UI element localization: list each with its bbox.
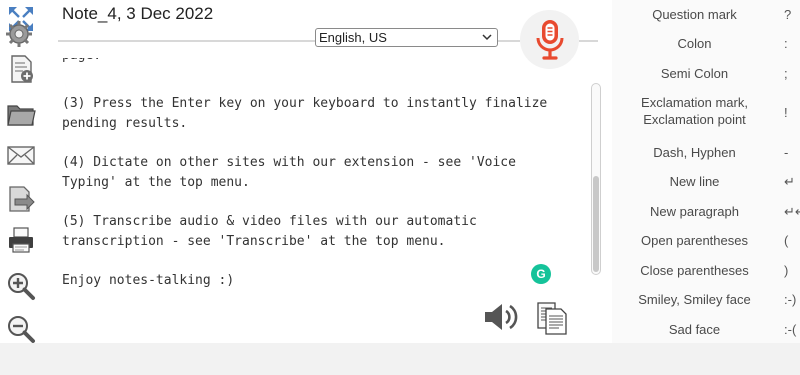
print-icon	[9, 227, 33, 253]
editor-scroll-thumb[interactable]	[593, 176, 599, 272]
speak-button[interactable]	[483, 300, 521, 334]
zoom-out-icon	[8, 316, 35, 343]
bottom-band	[0, 343, 800, 375]
editor-line: transcription - see 'Transcribe' at the …	[62, 234, 446, 249]
open-folder-button[interactable]	[4, 97, 38, 131]
settings-icon	[6, 21, 32, 47]
copy-button[interactable]	[536, 300, 568, 336]
punctuation-name: Question mark	[652, 7, 737, 22]
punctuation-symbol: ↵	[784, 174, 795, 189]
editor-line: (3) Press the Enter key on your keyboard…	[62, 96, 548, 111]
note-editor[interactable]: page. (3) Press the Enter key on your ke…	[58, 58, 588, 308]
microphone-icon	[536, 19, 563, 60]
open-folder-icon	[7, 105, 36, 126]
header-divider-left	[58, 40, 315, 42]
punctuation-symbol: !	[784, 105, 788, 120]
punctuation-name: New paragraph	[650, 204, 739, 219]
grammarly-button[interactable]: G	[531, 264, 551, 284]
editor-scrollbar[interactable]	[591, 83, 601, 275]
punctuation-name: Smiley, Smiley face	[638, 292, 751, 307]
export-button[interactable]	[4, 182, 38, 216]
punctuation-symbol: )	[784, 263, 789, 278]
chevron-down-icon	[482, 34, 492, 41]
punctuation-panel: Question mark ? Colon : Semi Colon ; Exc…	[612, 0, 800, 343]
settings-button[interactable]	[2, 10, 36, 47]
punctuation-name: Colon	[677, 36, 712, 51]
language-select-value: English, US	[319, 30, 387, 45]
editor-cut-line: page.	[62, 58, 101, 66]
left-toolbar	[0, 0, 44, 343]
editor-line: pending results.	[62, 116, 188, 131]
punctuation-name: Exclamation mark, Exclamation point	[641, 95, 748, 127]
editor-line: Typing' at the top menu.	[62, 175, 250, 190]
punctuation-name: Open parentheses	[641, 233, 748, 248]
copy-icon	[537, 302, 567, 335]
zoom-in-icon	[8, 273, 35, 300]
new-note-button[interactable]	[4, 52, 38, 86]
new-note-icon	[11, 55, 33, 83]
punctuation-symbol: (	[784, 233, 789, 248]
print-button[interactable]	[4, 223, 38, 257]
grammarly-icon: G	[536, 267, 546, 281]
punctuation-symbol: :	[784, 36, 788, 51]
zoom-out-button[interactable]	[4, 312, 38, 346]
punctuation-name: Dash, Hyphen	[653, 145, 736, 160]
punctuation-symbol: ;	[784, 66, 788, 81]
punctuation-symbol: -	[784, 145, 789, 160]
speaker-icon	[485, 304, 518, 330]
note-title: Note_4, 3 Dec 2022	[62, 4, 214, 23]
punctuation-name: New line	[669, 174, 720, 189]
email-icon	[7, 146, 35, 165]
export-icon	[9, 186, 35, 212]
punctuation-name: Semi Colon	[660, 66, 729, 81]
punctuation-symbol: ?	[784, 7, 792, 22]
punctuation-symbol: :-)	[784, 292, 797, 307]
email-button[interactable]	[4, 138, 38, 172]
punctuation-symbol: ↵↵	[784, 204, 800, 219]
header-divider-right	[579, 40, 598, 42]
zoom-in-button[interactable]	[4, 269, 38, 303]
editor-line: (4) Dictate on other sites with our exte…	[62, 155, 516, 170]
punctuation-name: Sad face	[668, 322, 721, 337]
editor-line: (5) Transcribe audio & video files with …	[62, 214, 477, 229]
language-select[interactable]: English, US	[315, 28, 498, 47]
editor-line: Enjoy notes-talking :)	[62, 273, 235, 288]
punctuation-name: Close parentheses	[640, 263, 749, 278]
punctuation-symbol: :-(	[784, 322, 797, 337]
header-divider-mid	[498, 40, 520, 42]
